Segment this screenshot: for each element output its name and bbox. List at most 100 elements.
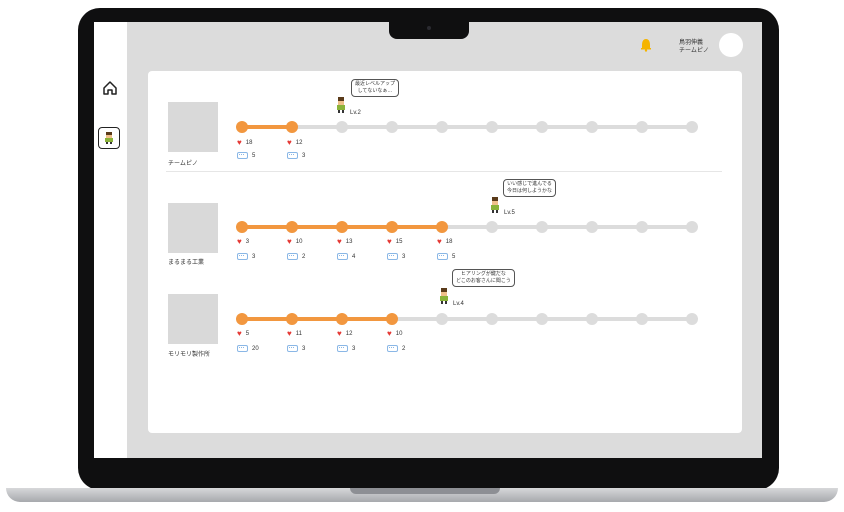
heart-count: ♥ 13	[337, 237, 353, 246]
step-node[interactable]	[536, 313, 548, 325]
bottom-bezel	[94, 458, 762, 466]
user-team-name: チームピノ	[679, 48, 709, 54]
speech-bubble: ヒアリングが鍵だな どこのお客さんに聞こう	[452, 269, 515, 287]
step-node[interactable]	[536, 121, 548, 133]
heart-count: ♥ 12	[287, 138, 303, 147]
step-node[interactable]	[286, 221, 298, 233]
level-label: Lv.5	[504, 210, 515, 216]
comment-count: 3	[287, 152, 305, 159]
step-node[interactable]	[586, 121, 598, 133]
laptop-lip	[350, 488, 500, 494]
step-node[interactable]	[336, 221, 348, 233]
step-node[interactable]	[486, 313, 498, 325]
heart-icon: ♥	[437, 237, 442, 246]
heart-count: ♥ 10	[287, 237, 303, 246]
step-node[interactable]	[386, 221, 398, 233]
step-node[interactable]	[686, 221, 698, 233]
comment-count: 3	[337, 345, 355, 352]
step-node[interactable]	[586, 313, 598, 325]
comment-count: 5	[237, 152, 255, 159]
user-info: 鳥羽伸義 チームピノ	[679, 39, 709, 55]
heart-icon: ♥	[387, 237, 392, 246]
team-name: チームピノ	[168, 161, 198, 167]
step-node[interactable]	[236, 121, 248, 133]
comment-count: 3	[387, 253, 405, 260]
heart-icon: ♥	[287, 237, 292, 246]
step-node[interactable]	[436, 121, 448, 133]
team-image[interactable]	[168, 294, 218, 344]
teams-card: 最近レベルアップ してないなぁ… Lv.2 チームピノ ♥ 18 ♥ 12 5 3	[148, 71, 742, 433]
step-node[interactable]	[436, 221, 448, 233]
step-node[interactable]	[336, 313, 348, 325]
comment-icon	[387, 345, 398, 352]
team-name: まるまる工業	[168, 260, 205, 266]
step-node[interactable]	[486, 221, 498, 233]
heart-count: ♥ 10	[387, 329, 403, 338]
comment-count: 3	[287, 345, 305, 352]
step-node[interactable]	[236, 313, 248, 325]
comment-icon	[337, 253, 348, 260]
heart-icon: ♥	[237, 138, 242, 147]
team-name: モリモリ製作所	[168, 352, 211, 358]
heart-count: ♥ 18	[237, 138, 253, 147]
step-node[interactable]	[236, 221, 248, 233]
step-node[interactable]	[586, 221, 598, 233]
comment-icon	[387, 253, 398, 260]
heart-icon: ♥	[337, 329, 342, 338]
character-icon	[440, 288, 448, 304]
comment-icon	[287, 345, 298, 352]
level-label: Lv.2	[350, 110, 361, 116]
progress-track	[242, 125, 692, 129]
step-node[interactable]	[636, 221, 648, 233]
progress-fill	[242, 125, 292, 129]
camera-notch	[389, 22, 469, 39]
comment-count: 3	[237, 253, 255, 260]
step-node[interactable]	[686, 313, 698, 325]
heart-count: ♥ 12	[337, 329, 353, 338]
heart-icon: ♥	[287, 138, 292, 147]
step-node[interactable]	[636, 313, 648, 325]
comment-count: 2	[387, 345, 405, 352]
home-icon[interactable]	[100, 78, 120, 98]
sidebar	[94, 22, 127, 458]
step-node[interactable]	[336, 121, 348, 133]
step-node[interactable]	[536, 221, 548, 233]
team-image[interactable]	[168, 102, 218, 152]
step-node[interactable]	[286, 313, 298, 325]
heart-count: ♥ 15	[387, 237, 403, 246]
comment-count: 4	[337, 253, 355, 260]
step-node[interactable]	[436, 313, 448, 325]
comment-icon	[437, 253, 448, 260]
comment-icon	[237, 253, 248, 260]
character-icon	[337, 97, 345, 113]
character-icon[interactable]	[98, 127, 120, 149]
character-icon	[491, 197, 499, 213]
step-node[interactable]	[636, 121, 648, 133]
team-image[interactable]	[168, 203, 218, 253]
step-node[interactable]	[386, 313, 398, 325]
progress-fill	[242, 317, 392, 321]
progress-track	[242, 225, 692, 229]
comment-count: 20	[237, 345, 259, 352]
step-node[interactable]	[386, 121, 398, 133]
camera-icon	[427, 26, 431, 30]
comment-count: 2	[287, 253, 305, 260]
avatar[interactable]	[719, 33, 743, 57]
heart-count: ♥ 5	[237, 329, 250, 338]
comment-icon	[237, 345, 248, 352]
step-node[interactable]	[286, 121, 298, 133]
heart-icon: ♥	[237, 329, 242, 338]
comment-icon	[287, 253, 298, 260]
notification-bell-icon[interactable]	[639, 38, 653, 57]
app-screen: 鳥羽伸義 チームピノ 最近レベルアップ してないなぁ… Lv.2 チームピノ ♥…	[94, 22, 762, 458]
comment-icon	[237, 152, 248, 159]
heart-icon: ♥	[237, 237, 242, 246]
step-node[interactable]	[686, 121, 698, 133]
comment-icon	[287, 152, 298, 159]
divider	[166, 171, 722, 172]
step-node[interactable]	[486, 121, 498, 133]
user-name: 鳥羽伸義	[679, 40, 704, 46]
heart-count: ♥ 11	[287, 329, 302, 338]
comment-count: 5	[437, 253, 455, 260]
heart-icon: ♥	[387, 329, 392, 338]
